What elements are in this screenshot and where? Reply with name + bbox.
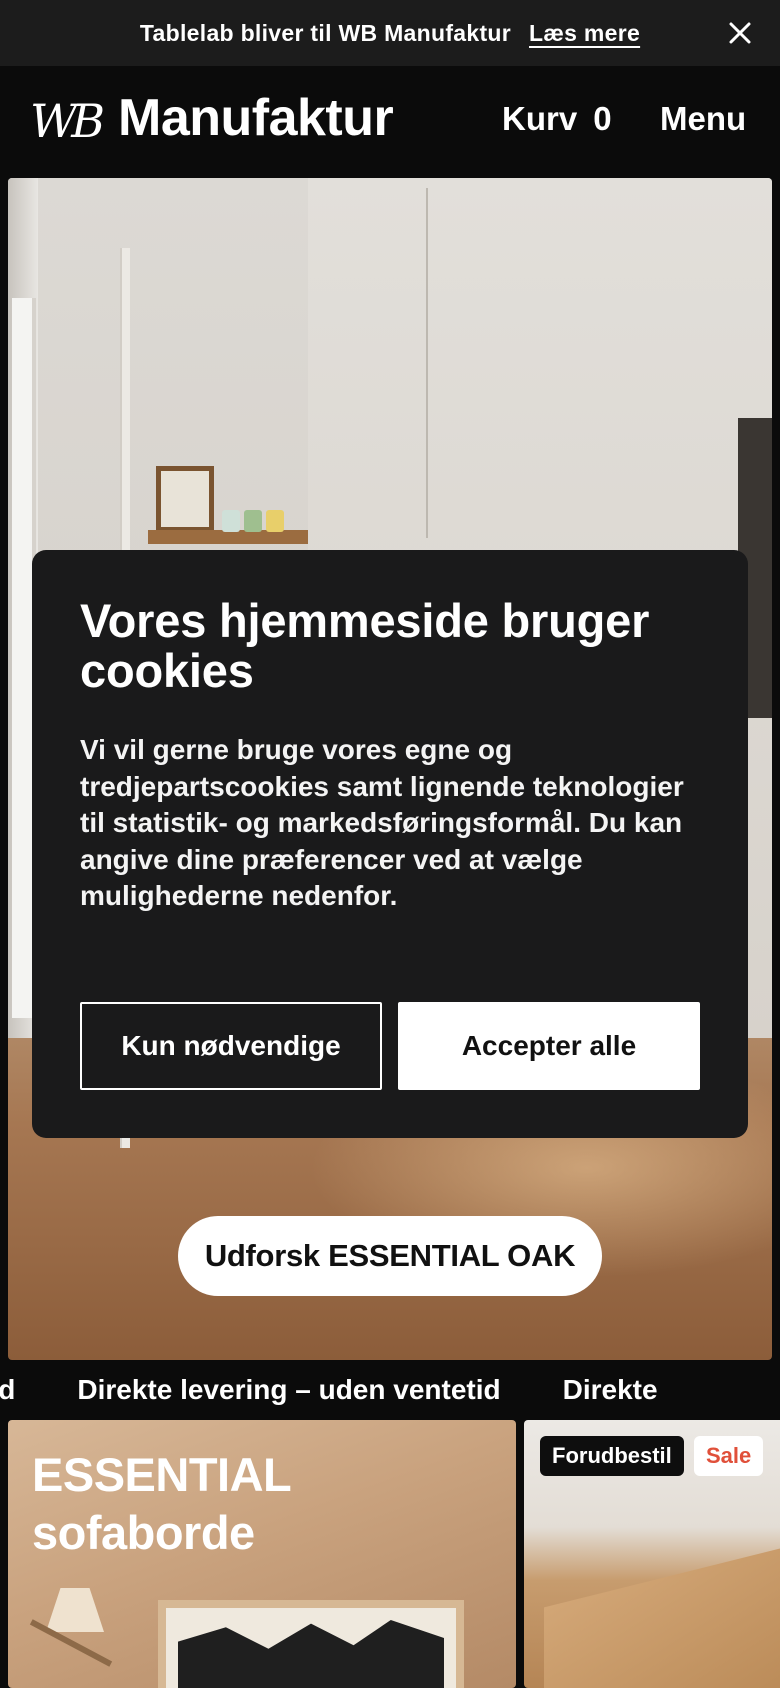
hero-jar <box>244 510 262 532</box>
card-lamp <box>46 1588 104 1632</box>
cart-button[interactable]: Kurv 0 <box>502 100 612 138</box>
explore-essential-oak-button[interactable]: Udforsk ESSENTIAL OAK <box>178 1216 602 1296</box>
hero-jar <box>266 510 284 532</box>
cookie-buttons: Kun nødvendige Accepter alle <box>80 1002 700 1090</box>
cookie-consent-dialog: Vores hjemmeside bruger cookies Vi vil g… <box>32 550 748 1138</box>
card-artwork-print <box>178 1620 444 1688</box>
card-title: ESSENTIAL sofaborde <box>32 1446 292 1562</box>
preorder-badge: Forudbestil <box>540 1436 684 1476</box>
site-header: WB Manufaktur Kurv 0 Menu <box>0 66 780 178</box>
essential-coffee-tables-card[interactable]: ESSENTIAL sofaborde <box>8 1420 516 1688</box>
sale-badge: Sale <box>694 1436 764 1476</box>
delivery-marquee: ventetid Direkte levering – uden venteti… <box>0 1360 780 1420</box>
product-card[interactable]: Forudbestil Sale <box>524 1420 780 1688</box>
cart-count: 0 <box>593 100 612 137</box>
necessary-only-button[interactable]: Kun nødvendige <box>80 1002 382 1090</box>
cookie-body: Vi vil gerne bruge vores egne og tredjep… <box>80 734 684 911</box>
hero-shelf <box>148 530 308 544</box>
card-title-line2: sofaborde <box>32 1506 255 1559</box>
cookie-title: Vores hjemmeside bruger cookies <box>80 594 650 697</box>
product-table-image <box>544 1532 780 1688</box>
marquee-item: Direkte <box>562 1374 658 1405</box>
hero-picture-frame <box>156 466 214 532</box>
hero-lamp-cord <box>426 188 428 538</box>
cart-label: Kurv <box>502 100 578 137</box>
marquee-track: ventetid Direkte levering – uden venteti… <box>0 1374 658 1406</box>
logo-wordmark[interactable]: Manufaktur <box>118 88 394 148</box>
card-title-line1: ESSENTIAL <box>32 1448 292 1501</box>
accept-all-button[interactable]: Accepter alle <box>398 1002 700 1090</box>
marquee-item: Direkte levering – uden ventetid <box>77 1374 501 1405</box>
marquee-item: ventetid <box>0 1374 16 1405</box>
card-artwork <box>158 1600 464 1688</box>
read-more-link[interactable]: Læs mere <box>529 20 640 47</box>
close-icon[interactable] <box>726 19 754 47</box>
hero-jar <box>222 510 240 532</box>
menu-button[interactable]: Menu <box>660 100 746 138</box>
announcement-message: Tablelab bliver til WB Manufaktur <box>139 19 512 46</box>
announcement-bar: Tablelab bliver til WB Manufaktur Læs me… <box>0 0 780 66</box>
logo-monogram[interactable]: WB <box>30 94 105 148</box>
